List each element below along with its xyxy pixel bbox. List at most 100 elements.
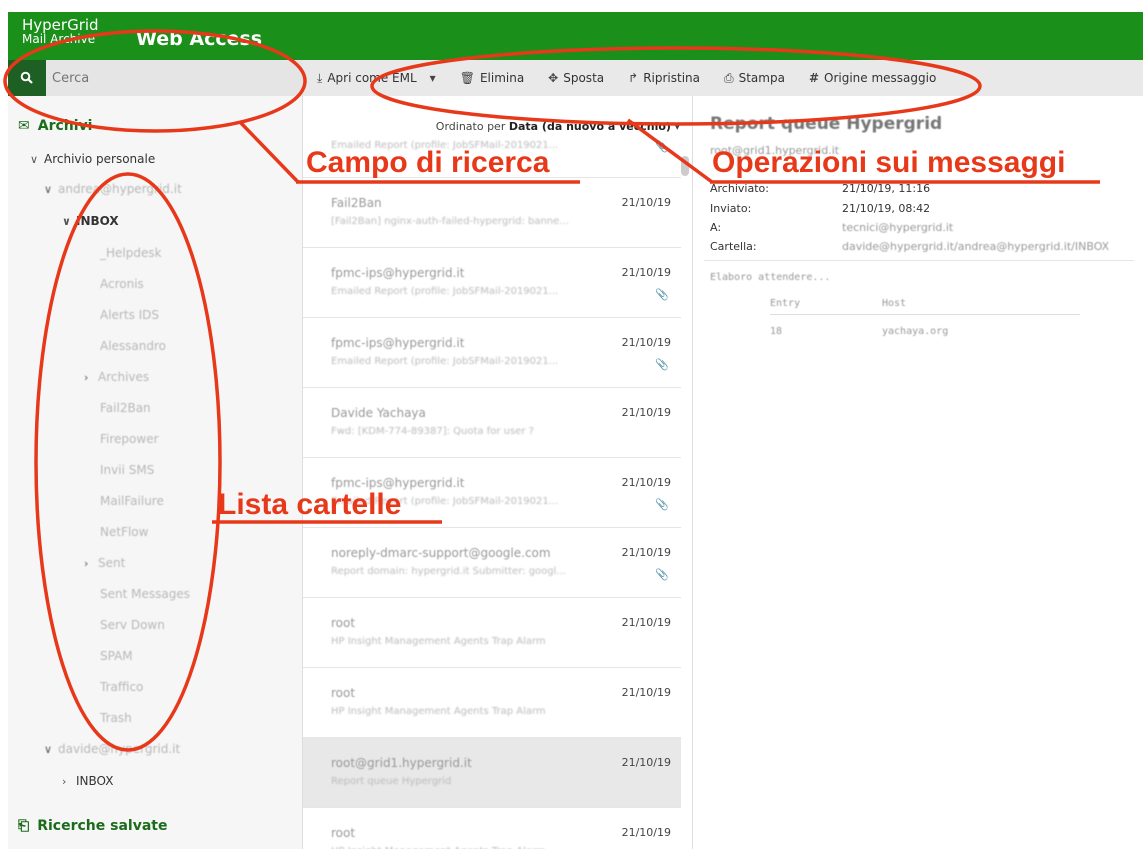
message-snippet: HP Insight Management Agents Trap Alarm [331,636,546,647]
attachment-icon: 📎 [655,140,669,153]
folder-item[interactable]: Fail2Ban [100,401,151,415]
message-date: 21/10/19 [621,336,671,349]
tree-account1[interactable]: ∨ andrea@hypergrid.it [44,182,182,196]
open-eml-button[interactable]: ⤓ Apri come EML ▾ [317,71,436,86]
message-snippet: [Fail2Ban] nginx-auth-failed-hypergrid: … [331,216,569,227]
archived-label: Archiviato: [710,182,769,195]
folder-label: Cartella: [710,240,757,253]
message-snippet: Emailed Report (profile: JobSFMail-20190… [331,356,559,367]
print-label: Stampa [738,71,785,85]
app-header: HyperGrid Mail Archive Web Access [8,12,1143,60]
trash-icon: 🗑 [459,71,475,85]
folder-item[interactable]: Sent Messages [100,587,190,601]
message-row[interactable]: fpmc-ips@hypergrid.it Emailed Report (pro… [303,318,681,388]
message-toolbar: ⤓ Apri come EML ▾ 🗑 Elimina ✥ Sposta ↱ R… [303,60,1143,96]
attachment-icon: 📎 [655,568,669,581]
chevron-down-icon: ∨ [62,215,71,228]
archives-title: Archivi [37,118,93,134]
brand-logo: HyperGrid Mail Archive [22,16,99,47]
move-icon: ✥ [548,71,559,85]
message-sender: Davide Yachaya [331,406,426,420]
caret-down-icon: ▾ [429,71,436,85]
search-input[interactable] [52,68,292,88]
hash-icon: # [808,71,820,85]
message-row[interactable]: rootHP Insight Management Agents Trap Al… [303,808,681,849]
delete-label: Elimina [479,71,525,85]
message-row[interactable]: Fail2Ban [Fail2Ban] nginx-auth-failed-hyp… [303,178,681,248]
folder-item[interactable]: Alerts IDS [100,308,159,322]
divider [704,260,1134,261]
message-row[interactable]: root@grid1.hypergrid.it Report queue Hype… [303,738,681,808]
message-date: 21/10/19 [621,196,671,209]
restore-label: Ripristina [643,71,700,85]
folder-item[interactable]: Traffico [100,680,143,694]
chevron-right-icon: › [84,557,89,570]
chevron-down-icon: ∨ [44,743,53,756]
message-date: 21/10/19 [621,686,671,699]
folder-item[interactable]: Invii SMS [100,463,154,477]
brand-line2: Mail Archive [22,32,96,46]
folder-item[interactable]: Alessandro [100,339,166,353]
scrollbar[interactable] [681,156,689,176]
message-sender: root [331,616,356,630]
folder-item[interactable]: Trash [100,711,132,725]
message-sender: root@grid1.hypergrid.it [331,756,472,770]
source-label: Origine messaggio [824,71,937,85]
col-host: Host [882,298,907,309]
print-button[interactable]: ⎙ Stampa [724,71,785,86]
attachment-icon: 📎 [655,288,669,301]
message-subject: Report queue Hypergrid [710,114,943,134]
row-host: yachaya.org [882,326,949,337]
print-icon: ⎙ [724,70,734,85]
message-row[interactable]: fpmc-ips@hypergrid.it Emailed Report (pro… [303,248,681,318]
tree-personal-archive[interactable]: ∨ Archivio personale [30,152,155,166]
message-row[interactable]: Davide Yachaya Fwd: [KDM-774-89387]: Quot… [303,388,681,458]
row-entry: 18 [770,326,783,337]
annotation-folder-list: Lista cartelle [218,488,402,521]
message-list: Ordinato per Data (da nuovo a vecchio) ▾… [303,96,693,849]
message-sender: fpmc-ips@hypergrid.it [331,336,465,350]
sent-label: Inviato: [710,202,752,215]
annotation-search-field: Campo di ricerca [306,146,550,179]
folder-item-sent[interactable]: › Sent [84,556,125,570]
delete-button[interactable]: 🗑 Elimina [460,71,524,85]
archives-header[interactable]: ✉ Archivi [18,118,92,134]
tree-inbox[interactable]: ∨ INBOX [62,214,119,228]
saved-searches-title: Ricerche salvate [37,818,168,834]
folder-item[interactable]: Acronis [100,277,144,291]
folder-item[interactable]: NetFlow [100,525,148,539]
folder-item-archives[interactable]: › Archives [84,370,149,384]
folder-item[interactable]: MailFailure [100,494,164,508]
folder-value: davide@hypergrid.it/andrea@hypergrid.it/… [842,240,1110,253]
folder-item[interactable]: _Helpdesk [100,246,162,260]
folder-sidebar: ✉ Archivi ∨ Archivio personale ∨ andrea@hy… [8,96,303,849]
message-date: 21/10/19 [621,266,671,279]
message-snippet: Fwd: [KDM-774-89387]: Quota for user ? [331,426,534,437]
search-button[interactable] [8,60,46,96]
message-row[interactable]: noreply-dmarc-support@google.com Report d… [303,528,681,598]
message-date: 21/10/19 [621,546,671,559]
message-snippet: HP Insight Management Agents Trap Alarm [331,706,546,717]
folder-item[interactable]: Serv Down [100,618,165,632]
attachment-icon: 📎 [655,358,669,371]
body-line: Elaboro attendere... [710,272,831,283]
message-date: 21/10/19 [621,826,671,839]
saved-searches-header[interactable]: ⎗ Ricerche salvate [18,818,167,834]
folder-item[interactable]: Firepower [100,432,159,446]
restore-button[interactable]: ↱ Ripristina [628,71,700,85]
folder-item[interactable]: SPAM [100,649,133,663]
message-row[interactable]: rootHP Insight Management Agents Trap Al… [303,668,681,738]
message-row[interactable]: root HP Insight Management Agents Trap Al… [303,598,681,668]
message-date: 21/10/19 [621,756,671,769]
message-snippet: Report domain: hypergrid.it Submitter: g… [331,566,566,577]
tree-inbox2[interactable]: › INBOX [62,774,113,788]
tree-account2[interactable]: ∨ davide@hypergrid.it [44,742,180,756]
brand-line1: HyperGrid [22,16,99,34]
to-label: A: [710,221,722,234]
message-date: 21/10/19 [621,616,671,629]
source-button[interactable]: # Origine messaggio [809,71,936,85]
archived-value: 21/10/19, 11:16 [842,182,931,195]
tree-label: Archivio personale [44,152,156,166]
tree-label: andrea@hypergrid.it [58,182,182,196]
move-button[interactable]: ✥ Sposta [548,71,604,85]
